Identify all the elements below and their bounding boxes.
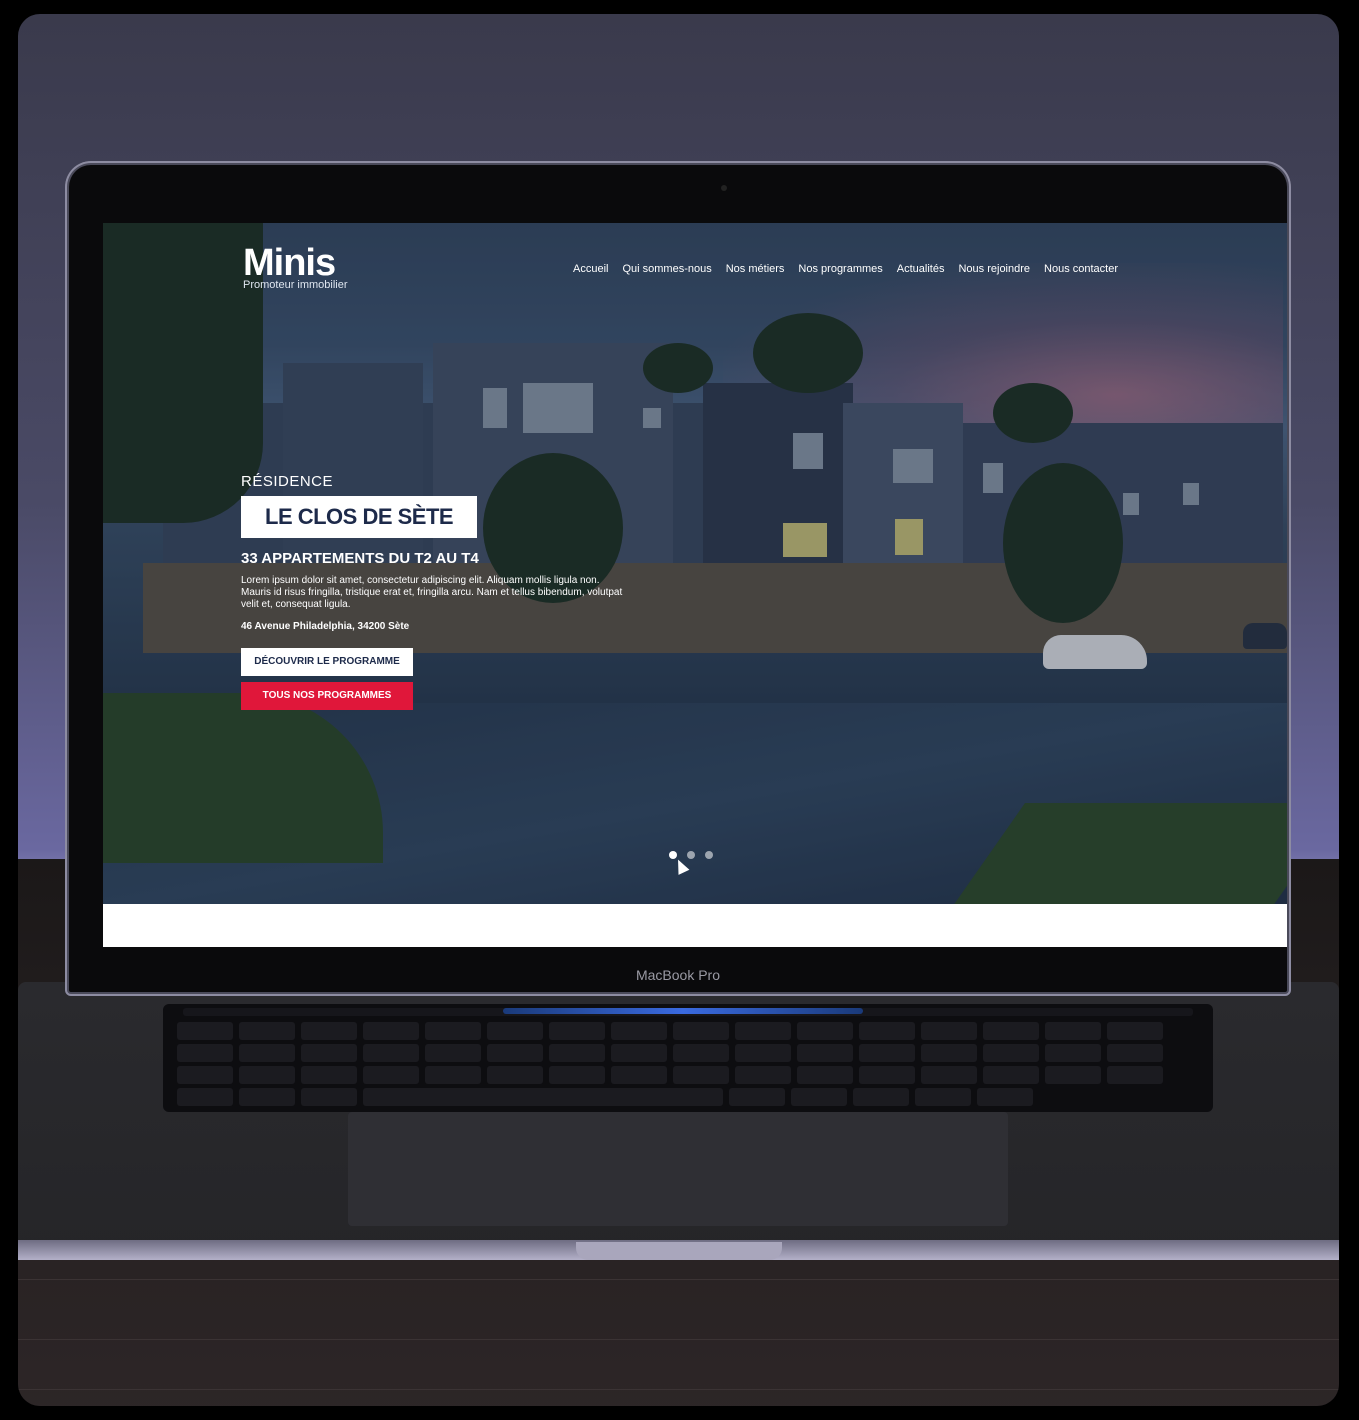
laptop-screen: Minis Promoteur immobilier Accueil Qui s… xyxy=(103,223,1287,947)
logo-tagline: Promoteur immobilier xyxy=(243,279,348,291)
nav-item-nos-metiers[interactable]: Nos métiers xyxy=(726,263,785,275)
trackpad xyxy=(348,1112,1008,1226)
carousel-dot-2[interactable] xyxy=(687,851,695,859)
hero-subtitle: 33 APPARTEMENTS DU T2 AU T4 xyxy=(241,550,479,567)
nav-item-nos-programmes[interactable]: Nos programmes xyxy=(798,263,882,275)
hero-title: LE CLOS DE SÈTE xyxy=(241,496,478,538)
hero-kicker: RÉSIDENCE xyxy=(241,473,334,490)
camera-icon xyxy=(721,185,727,191)
carousel-dot-3[interactable] xyxy=(705,851,713,859)
site-logo[interactable]: Minis Promoteur immobilier xyxy=(243,243,348,291)
carousel-dot-1[interactable] xyxy=(669,851,677,859)
hero-description: Lorem ipsum dolor sit amet, consectetur … xyxy=(241,575,623,610)
main-nav: Accueil Qui sommes-nous Nos métiers Nos … xyxy=(573,263,1118,275)
logo-name: Minis xyxy=(243,242,336,284)
discover-program-button[interactable]: DÉCOUVRIR LE PROGRAMME xyxy=(241,648,413,676)
nav-item-nous-contacter[interactable]: Nous contacter xyxy=(1044,263,1118,275)
touch-bar-glow xyxy=(503,1008,863,1014)
all-programs-button[interactable]: TOUS NOS PROGRAMMES xyxy=(241,682,413,710)
hero-content: RÉSIDENCE LE CLOS DE SÈTE 33 APPARTEMENT… xyxy=(241,473,631,710)
laptop-brand-label: MacBook Pro xyxy=(635,967,721,983)
nav-item-actualites[interactable]: Actualités xyxy=(897,263,945,275)
photo-frame: Minis Promoteur immobilier Accueil Qui s… xyxy=(18,14,1339,1406)
hero-slider: Minis Promoteur immobilier Accueil Qui s… xyxy=(103,223,1287,904)
lid-notch xyxy=(576,1242,782,1260)
hero-address: 46 Avenue Philadelphia, 34200 Sète xyxy=(241,621,410,632)
nav-item-nous-rejoindre[interactable]: Nous rejoindre xyxy=(958,263,1030,275)
keyboard xyxy=(163,1004,1213,1112)
nav-item-accueil[interactable]: Accueil xyxy=(573,263,608,275)
laptop-lid: Minis Promoteur immobilier Accueil Qui s… xyxy=(65,161,1291,996)
carousel-dots xyxy=(669,851,713,859)
nav-item-qui-sommes-nous[interactable]: Qui sommes-nous xyxy=(622,263,711,275)
